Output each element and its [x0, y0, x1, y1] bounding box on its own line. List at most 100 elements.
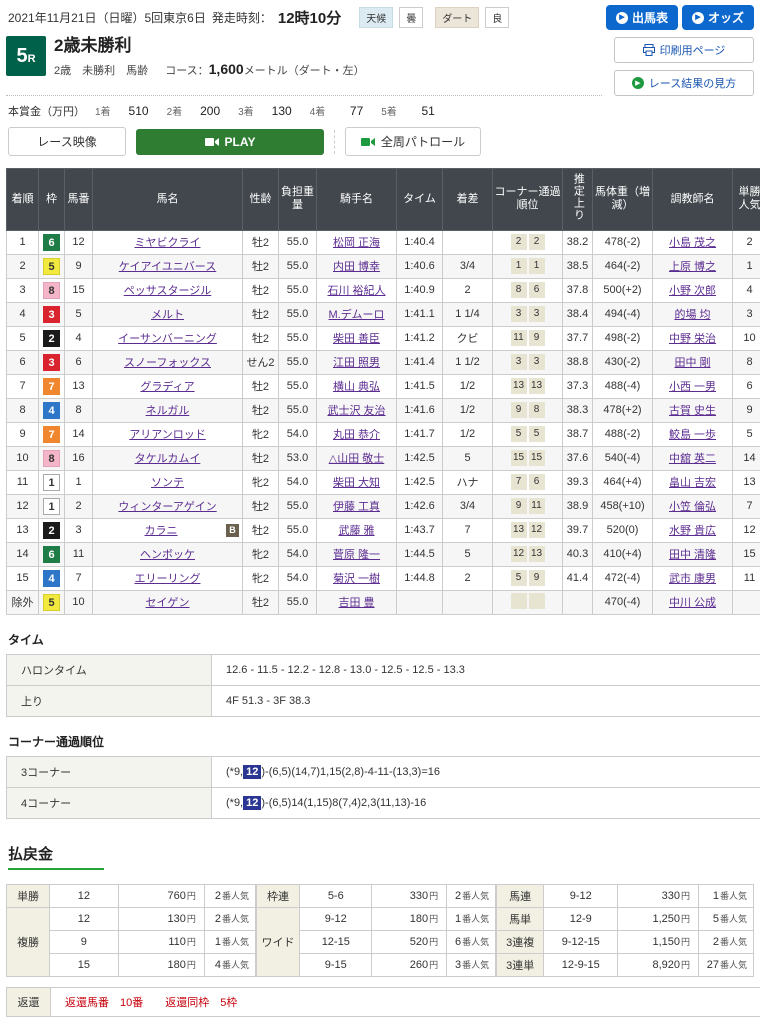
- win-favorite: 12: [733, 518, 760, 542]
- trainer-name-link[interactable]: 小笠 倫弘: [669, 501, 716, 513]
- horse-name-cell: メルト: [93, 302, 243, 326]
- horse-name-link[interactable]: エリーリング: [135, 573, 201, 585]
- trainer-name-link[interactable]: 中川 公成: [669, 597, 716, 609]
- table-row: 848ネルガル牡255.0武士沢 友治1:41.61/29838.3478(+2…: [7, 398, 760, 422]
- play-button[interactable]: PLAY: [136, 129, 324, 155]
- jockey-name-link[interactable]: 石川 裕紀人: [327, 285, 385, 297]
- race-time: 1:43.7: [397, 518, 443, 542]
- carried-weight: 54.0: [279, 422, 317, 446]
- horse-name-link[interactable]: セイゲン: [146, 597, 190, 609]
- body-weight: 464(-2): [593, 254, 653, 278]
- jockey-name-link[interactable]: 武藤 雅: [338, 525, 374, 537]
- horse-name-link[interactable]: カラニ: [145, 525, 178, 537]
- trainer-cell: 古賀 史生: [653, 398, 733, 422]
- frame-number-badge: 7: [43, 426, 60, 443]
- trainer-name-link[interactable]: 水野 貴広: [669, 525, 716, 537]
- patrol-video-button[interactable]: 全周パトロール: [345, 127, 481, 156]
- jockey-name-link[interactable]: 横山 典弘: [333, 381, 380, 393]
- frame-cell: 5: [39, 254, 65, 278]
- trainer-name-link[interactable]: 田中 清隆: [669, 549, 716, 561]
- carried-weight: 55.0: [279, 302, 317, 326]
- corner-order-cell: 119: [493, 326, 563, 350]
- trainer-name-link[interactable]: 中舘 英二: [669, 453, 716, 465]
- horse-name-cell: セイゲン: [93, 590, 243, 614]
- carried-weight: 55.0: [279, 230, 317, 254]
- horse-name-link[interactable]: ウィンターアゲイン: [118, 501, 216, 513]
- jockey-name-link[interactable]: 内田 博幸: [333, 261, 380, 273]
- jockey-name-link[interactable]: 柴田 大知: [333, 477, 380, 489]
- horse-name-cell: ネルガル: [93, 398, 243, 422]
- refund-text: 返還馬番 10番 返還同枠 5枠: [51, 987, 760, 1016]
- trainer-name-link[interactable]: 武市 康男: [669, 573, 716, 585]
- odds-button[interactable]: ▶ オッズ: [682, 5, 754, 30]
- horse-name-link[interactable]: ヘンボッケ: [140, 549, 195, 561]
- payout-amount: 330円: [372, 884, 447, 907]
- print-page-button[interactable]: 印刷用ページ: [614, 37, 754, 63]
- trainer-name-link[interactable]: 古賀 史生: [669, 405, 716, 417]
- corner-position: 13: [529, 546, 545, 562]
- jockey-name-link[interactable]: 柴田 善臣: [333, 333, 380, 345]
- entries-button[interactable]: ▶ 出馬表: [606, 5, 678, 30]
- bet-combination: 12-9: [544, 907, 618, 930]
- horse-name-link[interactable]: アリアンロッド: [129, 429, 206, 441]
- win-favorite: 2: [733, 230, 760, 254]
- horse-name-link[interactable]: ネルガル: [146, 405, 190, 417]
- jockey-name-link[interactable]: △山田 敬士: [329, 453, 385, 465]
- horse-name-link[interactable]: グラディア: [140, 381, 194, 393]
- corner-row: 4コーナー(*9,12)-(6,5)14(1,15)8(7,4)2,3(11,1…: [7, 787, 760, 818]
- carried-weight: 55.0: [279, 254, 317, 278]
- trainer-name-link[interactable]: 小島 茂之: [669, 237, 716, 249]
- jockey-name-link[interactable]: 菊沢 一樹: [333, 573, 380, 585]
- payout-popularity: 5番人気: [699, 907, 754, 930]
- trainer-name-link[interactable]: 田中 剛: [674, 357, 710, 369]
- race-video-button[interactable]: レース映像: [8, 127, 126, 156]
- margin: [443, 230, 493, 254]
- horse-number: 1: [65, 470, 93, 494]
- jockey-name-link[interactable]: 吉田 豊: [338, 597, 374, 609]
- horse-name-link[interactable]: タケルカムイ: [135, 453, 201, 465]
- trainer-name-link[interactable]: 鮫島 一歩: [669, 429, 716, 441]
- frame-cell: 4: [39, 566, 65, 590]
- horse-name-link[interactable]: ペッサスタージル: [124, 285, 212, 297]
- jockey-name-link[interactable]: 江田 照男: [333, 357, 380, 369]
- frame-number-badge: 8: [43, 450, 60, 467]
- last-3f-time: 39.3: [563, 470, 593, 494]
- prize-amount: 200: [190, 104, 220, 118]
- jockey-name-link[interactable]: 丸田 恭介: [333, 429, 380, 441]
- horse-number: 5: [65, 302, 93, 326]
- last-3f-time: 41.4: [563, 566, 593, 590]
- horse-name-link[interactable]: ケイアイユニバース: [119, 261, 216, 273]
- frame-cell: 7: [39, 422, 65, 446]
- horse-name-link[interactable]: メルト: [151, 309, 184, 321]
- corner-order-cell: 98: [493, 398, 563, 422]
- horse-name-link[interactable]: イーサンバーニング: [118, 333, 217, 345]
- horse-name-link[interactable]: スノーフォックス: [124, 357, 211, 369]
- start-time-value: 12時10分: [278, 7, 341, 28]
- trainer-name-link[interactable]: 小野 次郎: [669, 285, 716, 297]
- jockey-name-link[interactable]: M.デムーロ: [329, 309, 385, 321]
- results-guide-button[interactable]: ▶ レース結果の見方: [614, 70, 754, 96]
- corner-order-cell: 76: [493, 470, 563, 494]
- jockey-name-link[interactable]: 松岡 正海: [333, 237, 380, 249]
- blinker-badge: B: [226, 524, 239, 537]
- trainer-name-link[interactable]: 的場 均: [674, 309, 710, 321]
- horse-name-link[interactable]: ソンテ: [151, 477, 184, 489]
- frame-number-badge: 6: [43, 234, 60, 251]
- jockey-name-link[interactable]: 武士沢 友治: [327, 405, 385, 417]
- corner-order-cell: 1313: [493, 374, 563, 398]
- col-jockey: 騎手名: [317, 169, 397, 231]
- corner-row-label: 4コーナー: [7, 787, 212, 818]
- trainer-name-link[interactable]: 上原 博之: [669, 261, 716, 273]
- carried-weight: 55.0: [279, 350, 317, 374]
- jockey-name-link[interactable]: 菅原 隆一: [333, 549, 380, 561]
- horse-name-link[interactable]: ミヤビクライ: [135, 237, 201, 249]
- race-time: 1:44.5: [397, 542, 443, 566]
- trainer-name-link[interactable]: 中野 栄治: [669, 333, 716, 345]
- payout-amount: 330円: [618, 884, 699, 907]
- trainer-name-link[interactable]: 畠山 吉宏: [669, 477, 716, 489]
- payout-amount-value: 1,250: [653, 913, 681, 925]
- corner-order-suffix: )-(6,5)14(1,15)8(7,4)2,3(11,13)-16: [261, 797, 426, 809]
- last-3f-time: 39.7: [563, 518, 593, 542]
- trainer-name-link[interactable]: 小西 一男: [669, 381, 716, 393]
- jockey-name-link[interactable]: 伊藤 工真: [333, 501, 380, 513]
